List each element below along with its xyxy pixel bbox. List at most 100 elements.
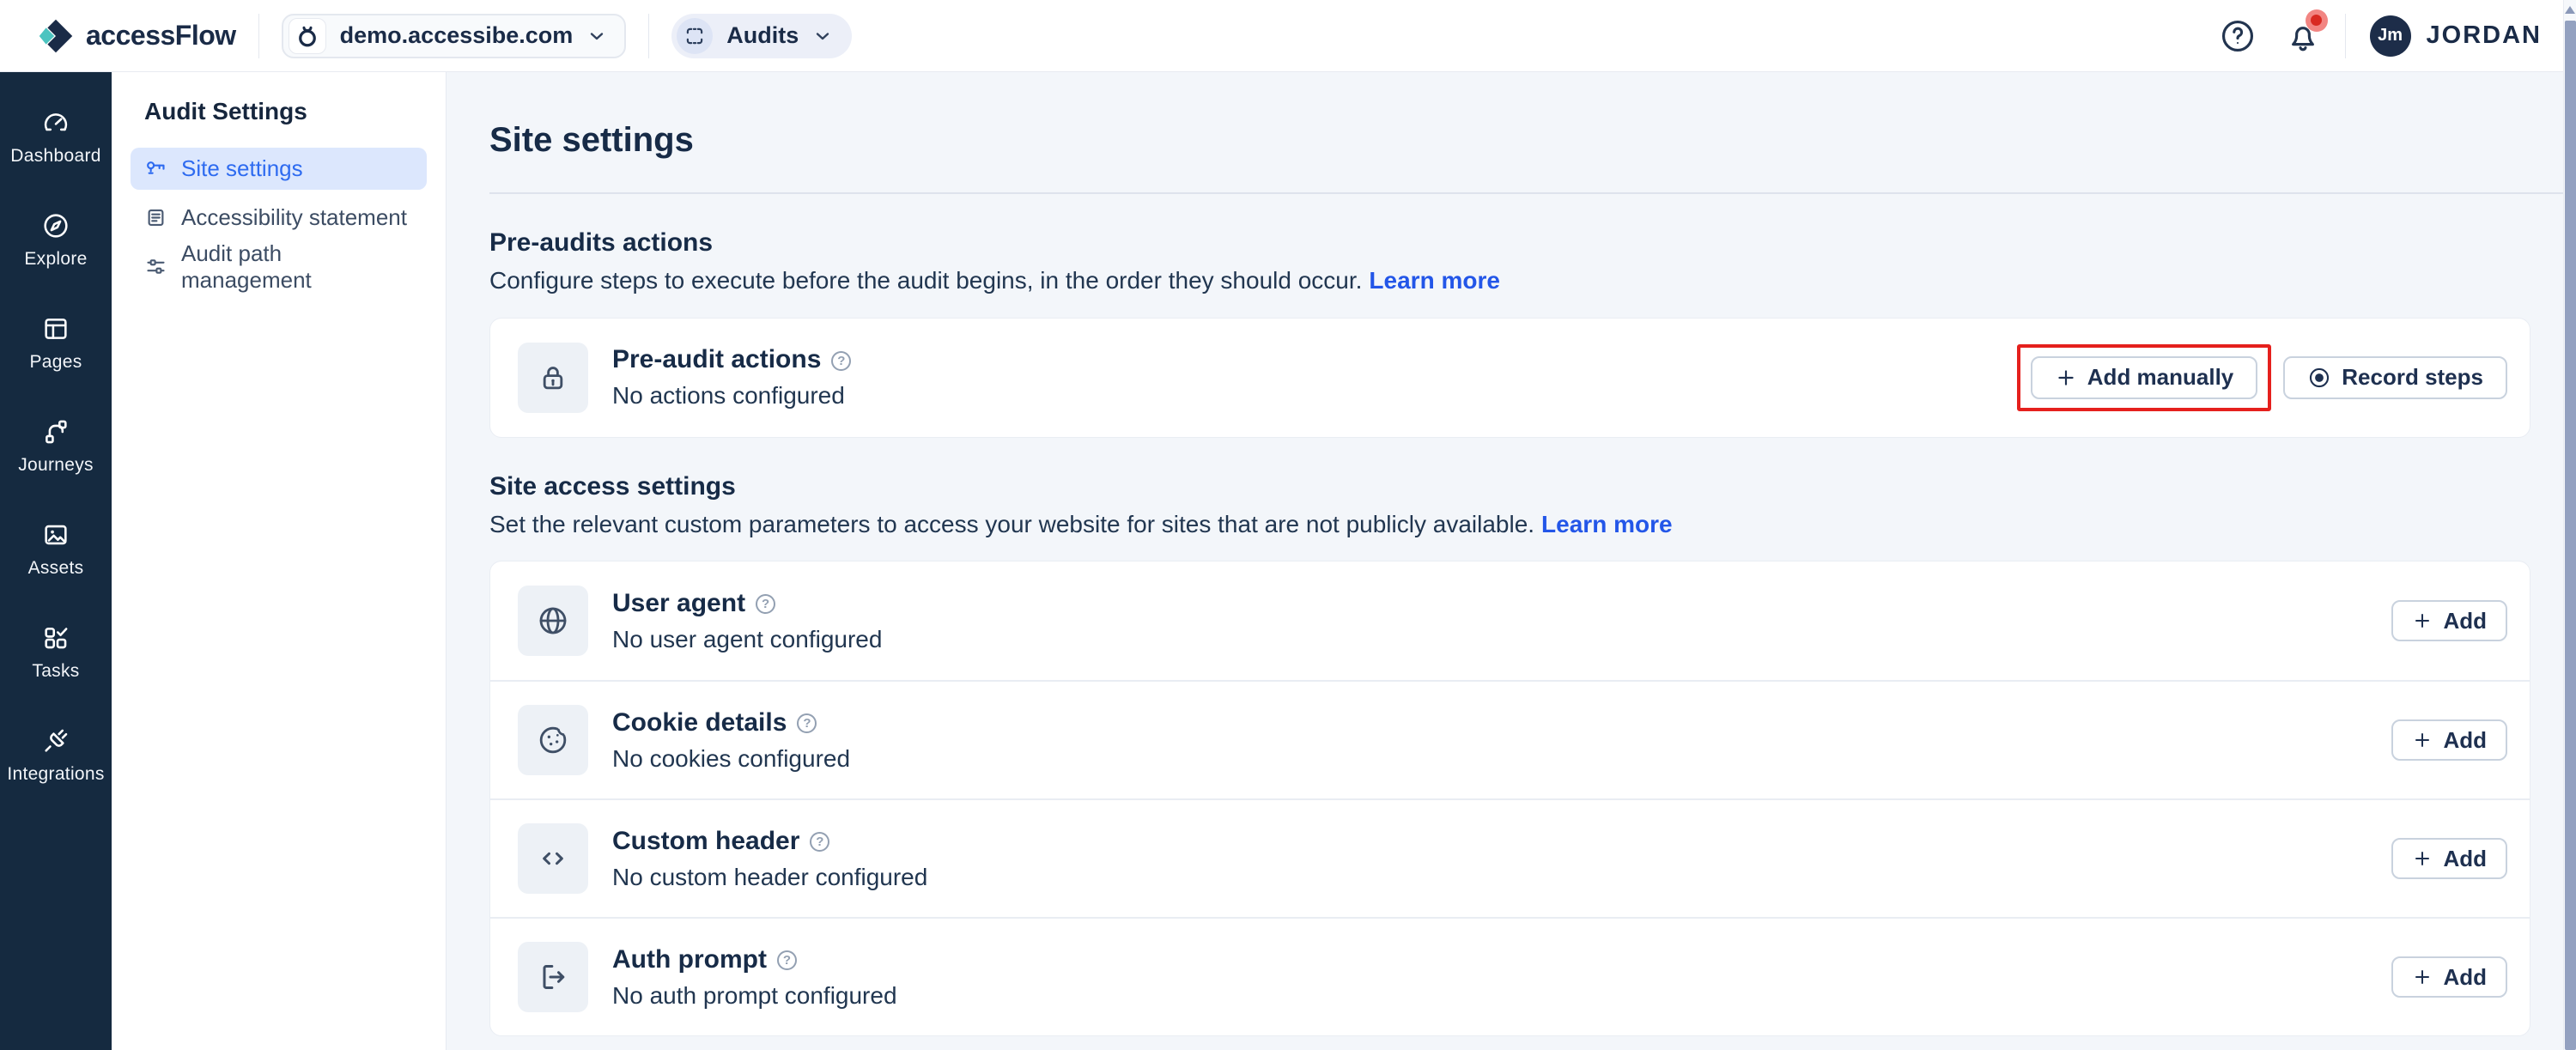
row-title: User agent	[612, 589, 745, 618]
scrollbar-thumb[interactable]	[2565, 21, 2576, 1050]
settings-sidebar: Audit Settings Site settings	[112, 72, 447, 1050]
pre-audits-description: Configure steps to execute before the au…	[489, 266, 2530, 295]
info-icon[interactable]: ?	[797, 713, 817, 733]
settings-nav-label: Site settings	[181, 155, 303, 182]
image-icon	[41, 520, 70, 549]
scan-icon	[677, 18, 713, 54]
scrollbar-up-arrow[interactable]	[2565, 6, 2575, 14]
site-selector-dropdown[interactable]: demo.accessibe.com	[282, 14, 627, 58]
add-user-agent-button[interactable]: Add	[2391, 600, 2507, 641]
sidebar-item-assets[interactable]: Assets	[0, 520, 112, 579]
info-icon[interactable]: ?	[810, 832, 829, 852]
sidebar-item-dashboard[interactable]: Dashboard	[0, 108, 112, 167]
sliders-icon	[144, 255, 167, 278]
user-menu[interactable]: Jm JORDAN	[2370, 15, 2542, 57]
add-auth-prompt-button[interactable]: Add	[2391, 956, 2507, 998]
add-manually-button[interactable]: Add manually	[2031, 356, 2257, 399]
row-subtitle: No user agent configured	[612, 626, 882, 653]
plus-icon	[2412, 730, 2433, 750]
divider	[648, 14, 649, 58]
browser-window-icon	[41, 314, 70, 343]
settings-nav-site-settings[interactable]: Site settings	[131, 148, 427, 190]
cookie-details-row: Cookie details ? No cookies configured A…	[490, 680, 2530, 798]
site-selector-value: demo.accessibe.com	[340, 22, 574, 49]
key-icon	[144, 157, 167, 180]
section-selector-dropdown[interactable]: Audits	[671, 14, 852, 58]
plug-icon	[41, 726, 70, 756]
pre-audits-heading: Pre-audits actions	[489, 228, 2530, 258]
record-steps-button[interactable]: Record steps	[2283, 356, 2507, 399]
brand-logo: accessFlow	[38, 19, 236, 53]
row-title: Cookie details	[612, 708, 787, 737]
help-circle-icon	[2220, 18, 2256, 54]
add-custom-header-button[interactable]: Add	[2391, 838, 2507, 879]
settings-nav-accessibility-statement[interactable]: Accessibility statement	[131, 197, 427, 239]
plus-icon	[2055, 367, 2077, 389]
site-access-heading: Site access settings	[489, 472, 2530, 501]
logout-icon	[518, 942, 588, 1012]
row-subtitle: No auth prompt configured	[612, 982, 897, 1010]
divider	[489, 192, 2576, 194]
notification-badge	[2306, 9, 2328, 32]
settings-nav-audit-path-management[interactable]: Audit path management	[131, 246, 427, 288]
row-title: Auth prompt	[612, 945, 767, 974]
chevron-down-icon	[586, 26, 607, 46]
avatar: Jm	[2370, 15, 2411, 57]
page-title: Site settings	[489, 120, 2530, 160]
learn-more-link[interactable]: Learn more	[1369, 267, 1500, 294]
brand-logo-icon	[38, 19, 74, 53]
app-window: accessFlow demo.accessibe.com	[0, 0, 2576, 1050]
divider	[258, 14, 259, 58]
sidebar-item-journeys[interactable]: Journeys	[0, 417, 112, 476]
pre-audit-actions-card: Pre-audit actions ? No actions configure…	[489, 318, 2530, 438]
info-icon[interactable]: ?	[831, 351, 851, 371]
settings-nav-label: Audit path management	[181, 240, 413, 294]
help-button[interactable]	[2220, 18, 2256, 54]
chevron-down-icon	[812, 26, 833, 46]
sidebar-item-explore[interactable]: Explore	[0, 211, 112, 270]
auth-prompt-row: Auth prompt ? No auth prompt configured …	[490, 917, 2530, 1035]
site-favicon-icon	[289, 18, 326, 54]
row-title: Custom header	[612, 827, 799, 856]
primary-sidebar: Dashboard Explore Pages	[0, 72, 112, 1050]
user-agent-row: User agent ? No user agent configured Ad…	[490, 561, 2530, 680]
compass-icon	[41, 211, 70, 240]
path-icon	[41, 417, 70, 446]
divider	[2345, 14, 2346, 58]
settings-nav-label: Accessibility statement	[181, 204, 407, 231]
card-title: Pre-audit actions	[612, 345, 821, 374]
custom-header-row: Custom header ? No custom header configu…	[490, 798, 2530, 917]
row-subtitle: No custom header configured	[612, 864, 927, 891]
pre-audit-actions-row: Pre-audit actions ? No actions configure…	[490, 319, 2530, 437]
record-icon	[2307, 366, 2331, 390]
red-highlight-annotation: Add manually	[2017, 344, 2271, 411]
add-cookie-button[interactable]: Add	[2391, 719, 2507, 761]
brand-name: accessFlow	[86, 20, 236, 52]
info-icon[interactable]: ?	[777, 950, 797, 970]
scrollbar[interactable]	[2563, 0, 2576, 1050]
notifications-button[interactable]	[2285, 18, 2321, 54]
sidebar-item-tasks[interactable]: Tasks	[0, 623, 112, 682]
tasks-check-icon	[41, 623, 70, 652]
site-access-description: Set the relevant custom parameters to ac…	[489, 510, 2530, 539]
card-subtitle: No actions configured	[612, 382, 851, 410]
top-bar: accessFlow demo.accessibe.com	[0, 0, 2576, 72]
sidebar-item-integrations[interactable]: Integrations	[0, 726, 112, 785]
sidebar-item-pages[interactable]: Pages	[0, 314, 112, 373]
learn-more-link[interactable]: Learn more	[1541, 511, 1673, 537]
info-icon[interactable]: ?	[756, 594, 775, 614]
lock-icon	[518, 343, 588, 413]
code-icon	[518, 823, 588, 894]
speedometer-icon	[41, 108, 70, 137]
plus-icon	[2412, 610, 2433, 631]
plus-icon	[2412, 848, 2433, 869]
cookie-icon	[518, 705, 588, 775]
plus-icon	[2412, 967, 2433, 987]
settings-sidebar-title: Audit Settings	[131, 98, 427, 125]
globe-icon	[518, 586, 588, 656]
user-name: JORDAN	[2427, 21, 2542, 50]
site-access-card: User agent ? No user agent configured Ad…	[489, 561, 2530, 1036]
row-subtitle: No cookies configured	[612, 745, 850, 773]
document-icon	[144, 206, 167, 229]
main-content: Site settings Pre-audits actions Configu…	[447, 72, 2576, 1050]
